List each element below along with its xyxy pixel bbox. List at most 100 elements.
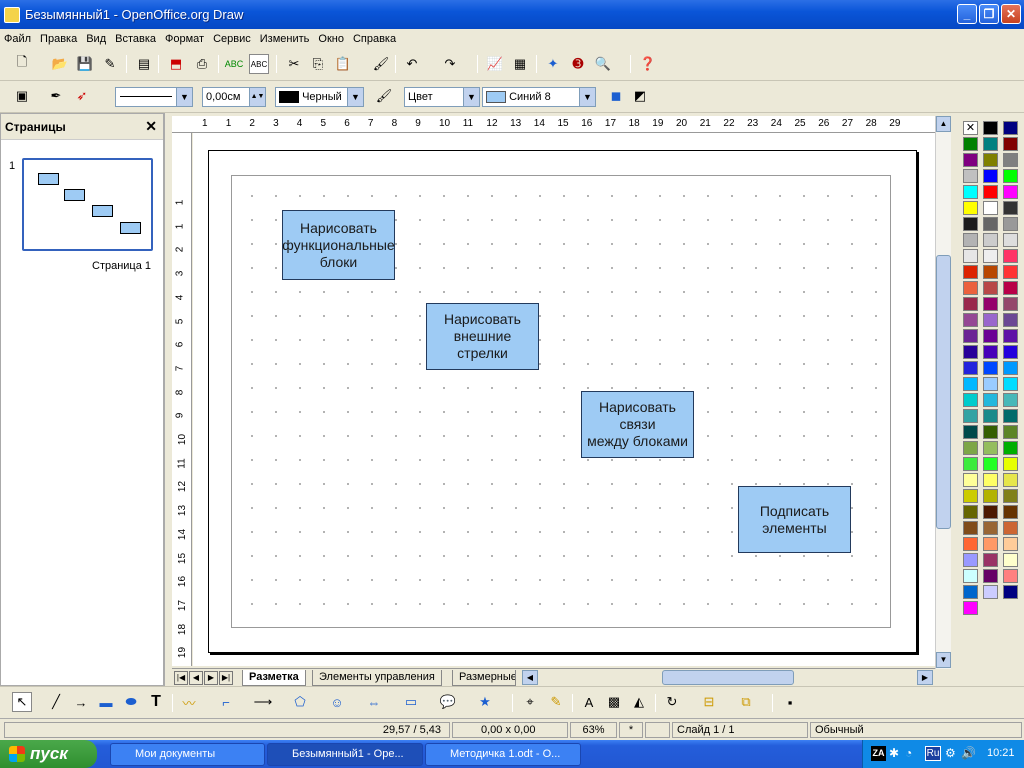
format-paintbrush-icon[interactable]: 🖌 [371, 54, 391, 74]
no-fill-swatch[interactable]: ✕ [963, 121, 978, 135]
color-swatch[interactable] [1003, 297, 1018, 311]
scroll-right-icon[interactable]: ▶ [917, 670, 933, 685]
color-swatch[interactable] [963, 505, 978, 519]
cut-icon[interactable]: ✂ [284, 54, 304, 74]
shape-draw-blocks[interactable]: Нарисовать функциональные блоки [282, 210, 395, 280]
zoom-icon[interactable]: 🔍 [593, 54, 613, 74]
text-tool-icon[interactable]: T [146, 692, 166, 712]
color-swatch[interactable] [1003, 521, 1018, 535]
color-swatch[interactable] [1003, 489, 1018, 503]
area-icon[interactable]: 🖌 [374, 86, 394, 106]
last-tab-icon[interactable]: ▶| [219, 671, 233, 685]
line-color-select[interactable]: Черный ▼ [275, 87, 364, 107]
zonealarm-icon[interactable]: ZA [871, 746, 886, 761]
color-swatch[interactable] [963, 377, 978, 391]
color-swatch[interactable] [963, 585, 978, 599]
color-swatch[interactable] [963, 249, 978, 263]
color-swatch[interactable] [963, 201, 978, 215]
navigator-icon[interactable]: ✦ [543, 54, 563, 74]
paste-icon[interactable]: 📋 [333, 54, 353, 74]
shape-label-elements[interactable]: Подписать элементы [738, 486, 851, 553]
color-swatch[interactable] [963, 329, 978, 343]
close-button[interactable]: ✕ [1001, 4, 1021, 24]
tab-layout[interactable]: Разметка [242, 670, 306, 686]
shadow-tool-icon[interactable]: ▪ [780, 692, 800, 712]
scroll-left-icon[interactable]: ◀ [522, 670, 538, 685]
color-swatch[interactable] [963, 217, 978, 231]
color-swatch[interactable] [983, 201, 998, 215]
select-icon[interactable]: ↖ [12, 692, 32, 712]
color-swatch[interactable] [983, 537, 998, 551]
color-swatch[interactable] [1003, 249, 1018, 263]
line-tool-icon[interactable]: ╱ [46, 692, 66, 712]
menu-insert[interactable]: Вставка [115, 33, 156, 45]
language-indicator[interactable]: Ru [925, 746, 941, 761]
color-swatch[interactable] [1003, 185, 1018, 199]
horizontal-scroll-thumb[interactable] [662, 670, 794, 685]
lines-arrows-icon[interactable]: ⟶ [253, 692, 273, 712]
color-swatch[interactable] [1003, 137, 1018, 151]
color-swatch[interactable] [963, 489, 978, 503]
color-swatch[interactable] [1003, 585, 1018, 599]
color-swatch[interactable] [983, 281, 998, 295]
color-swatch[interactable] [1003, 425, 1018, 439]
edit-file-icon[interactable]: ✎ [100, 54, 120, 74]
panel-splitter[interactable] [164, 113, 172, 686]
color-swatch[interactable] [1003, 281, 1018, 295]
styles-icon[interactable]: ▣ [12, 86, 32, 106]
line-icon[interactable]: ✒ [46, 86, 66, 106]
color-swatch[interactable] [1003, 537, 1018, 551]
color-swatch[interactable] [1003, 265, 1018, 279]
close-icon[interactable]: ✕ [145, 118, 157, 135]
menu-help[interactable]: Справка [353, 33, 396, 45]
color-swatch[interactable] [963, 185, 978, 199]
tray-app-icon[interactable]: ✱ [889, 746, 899, 760]
menu-format[interactable]: Формат [165, 33, 204, 45]
color-swatch[interactable] [983, 553, 998, 567]
color-swatch[interactable] [983, 409, 998, 423]
color-swatch[interactable] [983, 521, 998, 535]
save-icon[interactable]: 💾 [75, 54, 95, 74]
color-swatch[interactable] [983, 585, 998, 599]
tab-dimensions[interactable]: Размерные [452, 670, 516, 686]
color-swatch[interactable] [963, 569, 978, 583]
color-swatch[interactable] [983, 249, 998, 263]
shadow-icon[interactable]: ◼ [606, 86, 626, 106]
color-swatch[interactable] [1003, 217, 1018, 231]
color-swatch[interactable] [1003, 121, 1018, 135]
open-icon[interactable]: 📂 [50, 54, 70, 74]
area-color-select[interactable]: Синий 8 ▼ [482, 87, 596, 107]
area-style-select[interactable]: Цвет ▼ [404, 87, 480, 107]
color-swatch[interactable] [1003, 377, 1018, 391]
shape-draw-arrows[interactable]: Нарисовать внешние стрелки [426, 303, 539, 370]
stars-icon[interactable]: ★ [475, 692, 495, 712]
new-document-icon[interactable]: 🗋 [12, 54, 32, 74]
gallery-icon[interactable]: ➌ [568, 54, 588, 74]
color-swatch[interactable] [1003, 457, 1018, 471]
document-icon[interactable]: ▤ [134, 54, 154, 74]
help-icon[interactable]: ❓ [638, 54, 658, 74]
copy-icon[interactable]: ⎘ [308, 54, 328, 74]
shape-draw-links[interactable]: Нарисовать связи между блоками [581, 391, 694, 458]
color-swatch[interactable] [983, 489, 998, 503]
curve-icon[interactable]: 〰 [179, 692, 199, 712]
color-swatch[interactable] [983, 137, 998, 151]
tray-network-icon[interactable]: ⚙ [945, 746, 956, 760]
line-width-field[interactable]: 0,00см ▲▼ [202, 87, 266, 107]
color-swatch[interactable] [1003, 409, 1018, 423]
color-swatch[interactable] [983, 153, 998, 167]
transparency-icon[interactable]: ◩ [630, 86, 650, 106]
color-swatch[interactable] [1003, 473, 1018, 487]
color-swatch[interactable] [963, 457, 978, 471]
color-swatch[interactable] [1003, 345, 1018, 359]
print-icon[interactable]: ⎙ [192, 54, 212, 74]
fontwork-icon[interactable]: A [579, 692, 599, 712]
volume-icon[interactable]: 🔊 [961, 746, 976, 760]
menu-tools[interactable]: Сервис [213, 33, 251, 45]
color-swatch[interactable] [963, 425, 978, 439]
zoom-readout[interactable]: 63% [570, 722, 617, 738]
from-file-icon[interactable]: ▩ [604, 692, 624, 712]
color-swatch[interactable] [983, 169, 998, 183]
ellipse-icon[interactable]: ⬬ [121, 692, 141, 712]
first-tab-icon[interactable]: |◀ [174, 671, 188, 685]
